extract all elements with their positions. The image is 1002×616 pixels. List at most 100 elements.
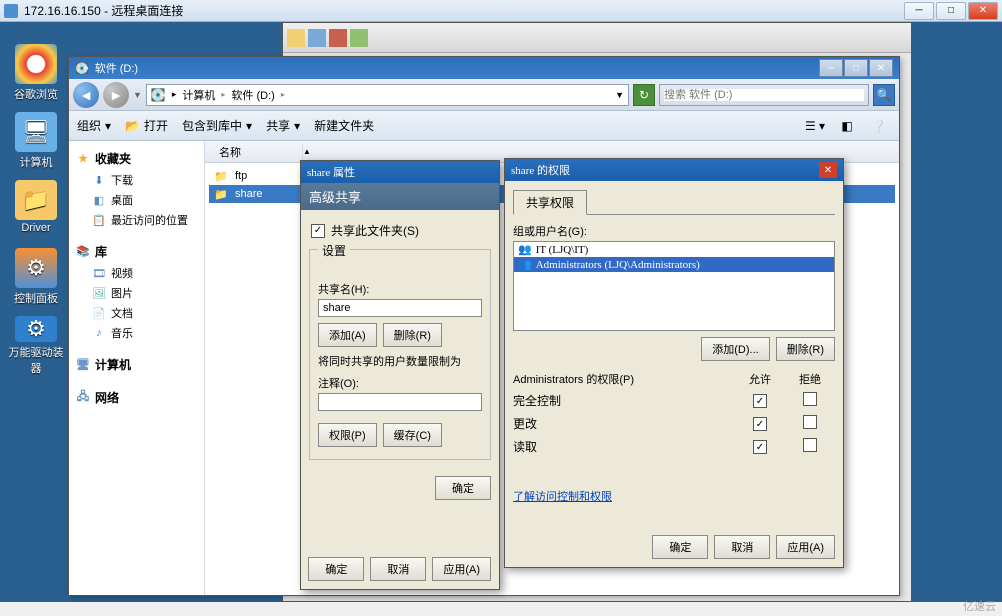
sidebar-desktop[interactable]: ◧桌面 (73, 190, 200, 210)
search-input[interactable] (664, 89, 864, 101)
nav-dropdown[interactable]: ▼ (133, 90, 142, 100)
nav-forward[interactable]: ► (103, 82, 129, 108)
props-titlebar: share 属性 (301, 161, 499, 183)
sharename-input[interactable] (318, 299, 482, 317)
perm-title: share 的权限 (511, 162, 570, 178)
comment-label: 注释(O): (318, 375, 482, 391)
perm-for-label: Administrators 的权限(P) (513, 371, 735, 387)
exp-close[interactable]: ✕ (869, 59, 893, 77)
tab-share-permissions[interactable]: 共享权限 (513, 190, 587, 215)
cmd-organize[interactable]: 组织 ▾ (77, 117, 111, 134)
cmd-newfolder[interactable]: 新建文件夹 (314, 117, 374, 134)
drive-icon: 💽 (75, 62, 89, 75)
share-checkbox-row[interactable]: ✓ 共享此文件夹(S) (309, 218, 491, 243)
footer (0, 602, 1002, 616)
sidebar-computer[interactable]: 🖥计算机 (73, 353, 200, 376)
group-row-admins[interactable]: 👥Administrators (LJQ\Administrators) (514, 257, 834, 272)
perm-row-change: 更改 ✓ (513, 412, 835, 435)
props-apply-button[interactable]: 应用(A) (432, 557, 491, 581)
groups-label: 组或用户名(G): (513, 223, 835, 239)
deny-change-checkbox[interactable] (803, 415, 817, 429)
groups-listbox[interactable]: 👥IT (LJQ\IT) 👥Administrators (LJQ\Admini… (513, 241, 835, 331)
sidebar-libraries[interactable]: 📚库 (73, 240, 200, 263)
comment-input[interactable] (318, 393, 482, 411)
props-title: share 属性 (307, 164, 355, 180)
deny-full-checkbox[interactable] (803, 392, 817, 406)
exp-maximize[interactable]: □ (844, 59, 868, 77)
perm-apply-button[interactable]: 应用(A) (776, 535, 835, 559)
sidebar-recent[interactable]: 📋最近访问的位置 (73, 210, 200, 230)
remote-desktop: 谷歌浏览 🖥计算机 📁Driver ⚙控制面板 ⚙万能驱动装器 💽 软件 (D:… (0, 22, 1002, 602)
perm-cancel-button[interactable]: 取消 (714, 535, 770, 559)
deny-header: 拒绝 (785, 371, 835, 387)
perm-add-button[interactable]: 添加(D)... (701, 337, 769, 361)
perm-row-read: 读取 ✓ (513, 435, 835, 458)
desktop-icon-driver[interactable]: 📁Driver (8, 180, 64, 238)
user-limit-label: 将同时共享的用户数量限制为 (318, 353, 482, 369)
close-button[interactable]: ✕ (968, 2, 998, 20)
desktop-icon-control[interactable]: ⚙控制面板 (8, 248, 64, 306)
remove-sharename-button[interactable]: 删除(R) (383, 323, 442, 347)
rdp-title-text: 172.16.16.150 - 远程桌面连接 (24, 2, 183, 19)
desktop-icon-computer[interactable]: 🖥计算机 (8, 112, 64, 170)
adv-ok-button[interactable]: 确定 (435, 476, 491, 500)
explorer-titlebar: 💽 软件 (D:) ─ □ ✕ (69, 57, 899, 79)
cmd-share[interactable]: 共享 ▾ (266, 117, 300, 134)
share-checkbox[interactable]: ✓ (311, 224, 325, 238)
sidebar-videos[interactable]: 🎞视频 (73, 263, 200, 283)
group-row-it[interactable]: 👥IT (LJQ\IT) (514, 242, 834, 257)
allow-change-checkbox[interactable]: ✓ (753, 417, 767, 431)
perm-close-button[interactable]: ✕ (819, 162, 837, 178)
sidebar-music[interactable]: ♪音乐 (73, 323, 200, 343)
allow-read-checkbox[interactable]: ✓ (753, 440, 767, 454)
rdp-icon (4, 4, 18, 18)
addr-dropdown[interactable]: ▼ (615, 90, 624, 100)
permissions-button[interactable]: 权限(P) (318, 423, 377, 447)
address-field[interactable]: 💽▸ 计算机▸ 软件 (D:)▸ ▼ (146, 84, 629, 106)
props-cancel-button[interactable]: 取消 (370, 557, 426, 581)
nav-pane: ★收藏夹 ⬇下载 ◧桌面 📋最近访问的位置 📚库 🎞视频 🖼图片 📄文档 ♪音乐… (69, 141, 205, 595)
refresh-button[interactable]: ↻ (633, 84, 655, 106)
view-mode-icon[interactable]: ☰ ▾ (803, 116, 827, 136)
rdp-titlebar: 172.16.16.150 - 远程桌面连接 ─ □ ✕ (0, 0, 1002, 22)
command-bar: 组织 ▾ 📂打开 包含到库中 ▾ 共享 ▾ 新建文件夹 ☰ ▾ ◧ ❔ (69, 111, 899, 141)
sidebar-downloads[interactable]: ⬇下载 (73, 170, 200, 190)
preview-pane-icon[interactable]: ◧ (835, 116, 859, 136)
allow-full-checkbox[interactable]: ✓ (753, 394, 767, 408)
perm-remove-button[interactable]: 删除(R) (776, 337, 835, 361)
nav-back[interactable]: ◄ (73, 82, 99, 108)
sidebar-pictures[interactable]: 🖼图片 (73, 283, 200, 303)
props-ok-button[interactable]: 确定 (308, 557, 364, 581)
add-sharename-button[interactable]: 添加(A) (318, 323, 377, 347)
deny-read-checkbox[interactable] (803, 438, 817, 452)
perm-ok-button[interactable]: 确定 (652, 535, 708, 559)
minimize-button[interactable]: ─ (904, 2, 934, 20)
drive-icon: 💽 (151, 88, 166, 102)
perm-row-full: 完全控制 ✓ (513, 389, 835, 412)
sidebar-documents[interactable]: 📄文档 (73, 303, 200, 323)
settings-group-label: 设置 (318, 242, 350, 259)
breadcrumb-seg[interactable]: 软件 (D:) (231, 87, 274, 103)
maximize-button[interactable]: □ (936, 2, 966, 20)
sidebar-favorites[interactable]: ★收藏夹 (73, 147, 200, 170)
advanced-share-header: 高级共享 (301, 183, 499, 210)
learn-link[interactable]: 了解访问控制和权限 (513, 491, 612, 503)
cmd-open[interactable]: 📂打开 (125, 117, 168, 134)
sidebar-network[interactable]: 🖧网络 (73, 386, 200, 409)
search-button[interactable]: 🔍 (873, 84, 895, 106)
share-properties-dialog: share 属性 高级共享 ✓ 共享此文件夹(S) 设置 共享名(H): 添加(… (300, 160, 500, 590)
search-field[interactable] (659, 84, 869, 106)
exp-minimize[interactable]: ─ (819, 59, 843, 77)
breadcrumb-seg[interactable]: 计算机 (182, 87, 215, 103)
address-bar: ◄ ► ▼ 💽▸ 计算机▸ 软件 (D:)▸ ▼ ↻ 🔍 (69, 79, 899, 111)
perm-titlebar: share 的权限 ✕ (505, 159, 843, 181)
cmd-include[interactable]: 包含到库中 ▾ (182, 117, 252, 134)
desktop-icon-chrome[interactable]: 谷歌浏览 (8, 44, 64, 102)
explorer-title: 软件 (D:) (95, 60, 138, 76)
desktop-icon-driver-tool[interactable]: ⚙万能驱动装器 (8, 316, 64, 374)
allow-header: 允许 (735, 371, 785, 387)
help-icon[interactable]: ❔ (867, 116, 891, 136)
cache-button[interactable]: 缓存(C) (383, 423, 442, 447)
sharename-label: 共享名(H): (318, 281, 482, 297)
desktop-icons: 谷歌浏览 🖥计算机 📁Driver ⚙控制面板 ⚙万能驱动装器 (8, 44, 66, 384)
